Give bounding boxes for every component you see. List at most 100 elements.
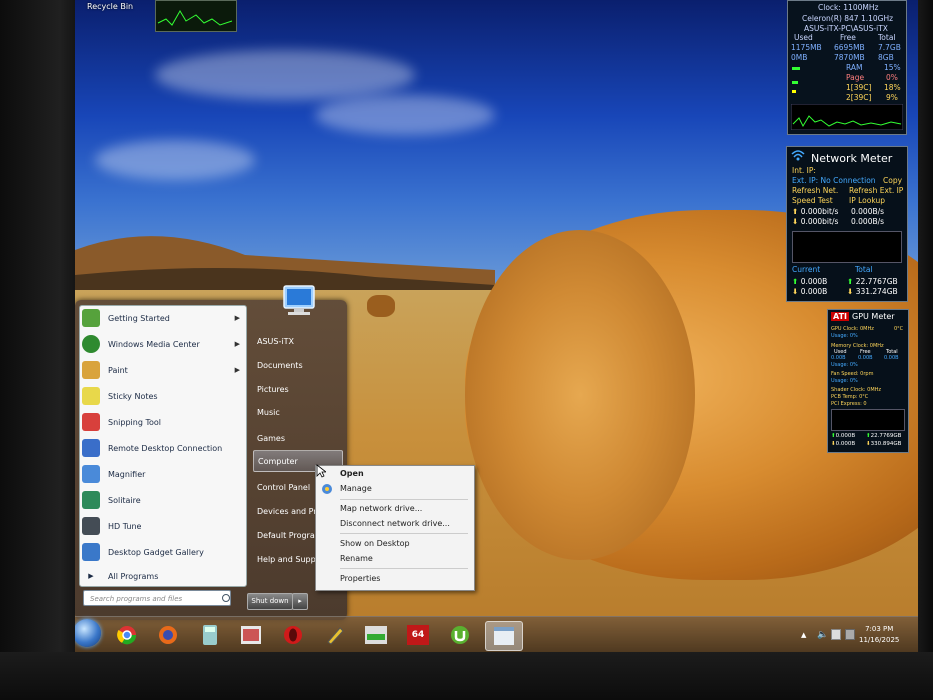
refresh-net-button[interactable]: Refresh Net. xyxy=(792,186,838,195)
start-button[interactable] xyxy=(75,619,101,647)
download-rate: ⬇ 0.000bit/s xyxy=(792,217,839,226)
ctx-show-on-desktop[interactable]: Show on Desktop xyxy=(340,539,410,548)
taskbar-pencil[interactable] xyxy=(320,621,350,649)
search-input[interactable]: Search programs and files xyxy=(83,590,231,606)
ctx-properties[interactable]: Properties xyxy=(340,574,380,583)
volume-icon[interactable]: 🔈 xyxy=(817,630,828,640)
ctx-rename[interactable]: Rename xyxy=(340,554,373,563)
ram-bar xyxy=(792,67,800,70)
opera-icon xyxy=(284,626,302,644)
gpu-net-down-total: ⬇330.894GB xyxy=(866,441,902,447)
start-item-documents[interactable]: Documents xyxy=(253,354,343,376)
calculator-icon xyxy=(203,625,217,645)
start-item-music[interactable]: Music xyxy=(253,401,343,423)
start-item-games[interactable]: Games xyxy=(253,427,343,449)
core1-value: 18% xyxy=(884,83,901,92)
hd-tune-icon xyxy=(82,517,100,535)
start-item-pictures[interactable]: Pictures xyxy=(253,378,343,400)
recycle-bin-label[interactable]: Recycle Bin xyxy=(87,2,133,11)
flag-icon[interactable] xyxy=(831,629,841,640)
graph-gadget[interactable] xyxy=(155,0,237,32)
speed-test-button[interactable]: Speed Test xyxy=(792,196,833,205)
total-down: ⬇ 331.274GB xyxy=(847,287,898,296)
getting-started-icon xyxy=(82,309,100,327)
page-used: 0MB xyxy=(791,53,808,62)
programs-list: Getting Started ▶ Windows Media Center ▶ P… xyxy=(79,305,247,587)
program-solitaire[interactable]: Solitaire xyxy=(82,488,244,512)
taskbar-utorrent[interactable] xyxy=(445,621,475,649)
refresh-ext-ip-button[interactable]: Refresh Ext. IP xyxy=(849,186,903,195)
copy-button[interactable]: Copy xyxy=(883,176,902,185)
page-total: 8GB xyxy=(878,53,894,62)
page-label: Page xyxy=(846,73,865,82)
page-free: 7870MB xyxy=(834,53,865,62)
shutdown-button[interactable]: Shut down xyxy=(247,593,293,610)
gpu-meter-gadget[interactable]: ATI GPU Meter GPU Clock: 0MHz 0°C Usage:… xyxy=(827,309,909,453)
network-tray-icon[interactable] xyxy=(845,629,855,640)
program-sticky-notes[interactable]: Sticky Notes xyxy=(82,384,244,408)
program-magnifier[interactable]: Magnifier xyxy=(82,462,244,486)
core2-bar xyxy=(792,90,796,93)
tray-overflow-icon[interactable]: ▲ xyxy=(801,631,806,639)
shutdown-options-button[interactable]: ▸ xyxy=(292,593,308,610)
taskbar-gallery[interactable] xyxy=(236,621,266,649)
mem-usage: Usage: 0% xyxy=(831,362,858,368)
core2-label: 2[39C] xyxy=(846,93,872,102)
page-value: 0% xyxy=(886,73,898,82)
pcb-temp: PCB Temp: 0°C xyxy=(831,394,869,400)
submenu-arrow-icon: ▶ xyxy=(234,340,240,348)
gpu-usage: Usage: 0% xyxy=(831,333,858,339)
taskbar-opera[interactable] xyxy=(278,621,308,649)
search-icon[interactable] xyxy=(222,594,230,602)
ip-lookup-button[interactable]: IP Lookup xyxy=(849,196,885,205)
program-windows-media-center[interactable]: Windows Media Center ▶ xyxy=(82,332,244,356)
taskbar-aida64[interactable]: 64 xyxy=(403,621,433,649)
current-down: ⬇ 0.000B xyxy=(792,287,828,296)
sticky-notes-icon xyxy=(82,387,100,405)
program-getting-started[interactable]: Getting Started ▶ xyxy=(82,306,244,330)
ctx-open[interactable]: Open xyxy=(340,469,364,478)
media-center-icon xyxy=(82,335,100,353)
monitor-bezel-bottom xyxy=(0,652,933,700)
program-hd-tune[interactable]: HD Tune xyxy=(82,514,244,538)
program-gadget-gallery[interactable]: Desktop Gadget Gallery xyxy=(82,540,244,564)
int-ip: Int. IP: xyxy=(792,166,816,175)
ctx-separator xyxy=(340,533,468,534)
all-programs[interactable]: ▶ All Programs xyxy=(82,564,244,588)
pci-express: PCI Express: 0 xyxy=(831,401,867,407)
total-label: Total xyxy=(855,265,873,274)
cpu-name: Celeron(R) 847 1.10GHz xyxy=(802,14,894,23)
mem-used-value: 0.00B xyxy=(831,355,846,361)
utorrent-icon xyxy=(451,626,469,644)
cpu-meter-gadget[interactable]: Clock: 1100MHz Celeron(R) 847 1.10GHz AS… xyxy=(787,0,907,135)
ram-label: RAM xyxy=(846,63,863,72)
header-total: Total xyxy=(878,33,896,42)
wifi-icon xyxy=(791,150,805,161)
taskbar-calculator[interactable] xyxy=(195,621,225,649)
snipping-tool-icon xyxy=(82,413,100,431)
mem-total: 7.7GB xyxy=(878,43,901,52)
taskbar: 64 ▲ 🔈 7:03 PM 11/16/2025 xyxy=(75,616,918,652)
ctx-map-drive[interactable]: Map network drive... xyxy=(340,504,422,513)
current-label: Current xyxy=(792,265,821,274)
taskbar-firefox[interactable] xyxy=(153,621,183,649)
taskbar-network[interactable] xyxy=(361,621,391,649)
program-paint[interactable]: Paint ▶ xyxy=(82,358,244,382)
mouse-cursor-icon xyxy=(316,464,326,478)
monitor-bezel-left xyxy=(0,0,75,700)
taskbar-notepad[interactable] xyxy=(485,621,523,651)
system-clock[interactable]: 7:03 PM 11/16/2025 xyxy=(859,624,899,646)
mem-used: 1175MB xyxy=(791,43,822,52)
clock-date: 11/16/2025 xyxy=(859,636,900,644)
ctx-disconnect-drive[interactable]: Disconnect network drive... xyxy=(340,519,450,528)
start-item-user[interactable]: ASUS-iTX xyxy=(253,330,343,352)
program-snipping-tool[interactable]: Snipping Tool xyxy=(82,410,244,434)
taskbar-chrome[interactable] xyxy=(112,621,142,649)
network-meter-gadget[interactable]: Network Meter Int. IP: Ext. IP: No Conne… xyxy=(786,146,908,302)
context-menu: Open Manage Map network drive... Disconn… xyxy=(315,465,475,591)
start-menu: Getting Started ▶ Windows Media Center ▶ P… xyxy=(75,285,347,620)
ctx-manage[interactable]: Manage xyxy=(340,484,372,493)
firefox-icon xyxy=(159,626,177,644)
program-remote-desktop[interactable]: Remote Desktop Connection xyxy=(82,436,244,460)
solitaire-icon xyxy=(82,491,100,509)
